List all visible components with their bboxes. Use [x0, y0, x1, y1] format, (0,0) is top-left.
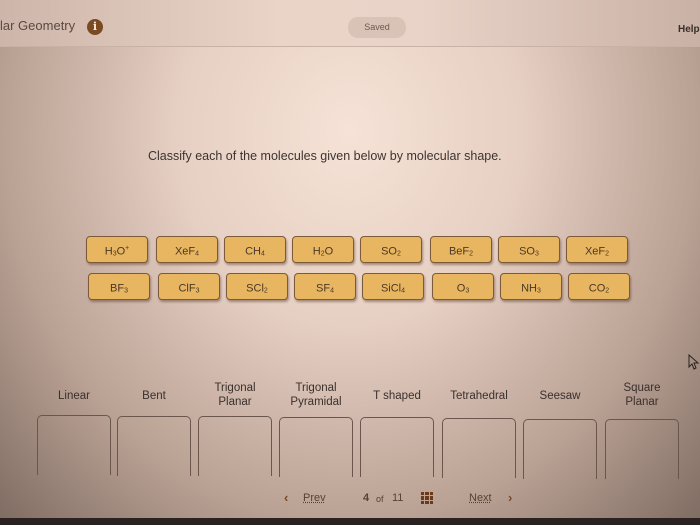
drop-zone[interactable] [117, 416, 191, 476]
molecule-tile[interactable]: H3O+ [86, 236, 148, 263]
formula-part: 2 [605, 287, 610, 295]
formula-part: 4 [330, 287, 334, 295]
formula-part: XeF [174, 245, 196, 258]
formula-part: 3 [465, 287, 470, 295]
formula-part: O [324, 245, 334, 258]
drop-zone[interactable] [37, 415, 111, 475]
chevron-left-icon[interactable]: ‹ [284, 490, 288, 505]
bin-label: Bent [115, 389, 193, 403]
formula-part: 3 [195, 287, 200, 295]
bin-label: Linear [35, 389, 113, 403]
bin-label-line: T shaped [373, 390, 421, 402]
drop-zone[interactable] [360, 417, 434, 477]
bin-label-line: Bent [142, 390, 166, 402]
molecule-tile[interactable]: XeF4 [156, 236, 218, 263]
question-prompt: Classify each of the molecules given bel… [148, 149, 502, 163]
formula-part: XeF [584, 245, 606, 258]
bin-label: Square Planar [603, 381, 681, 409]
formula-part: 3 [535, 250, 539, 258]
bin-label-line: Linear [58, 390, 90, 402]
top-bar: lar Geometry i Saved Help [0, 0, 700, 47]
molecule-tile[interactable]: BF3 [88, 273, 150, 300]
bin-label: T shaped [358, 389, 436, 403]
bin-label-line: Planar [218, 396, 252, 408]
bin-label: Tetrahedral [440, 389, 518, 403]
bin-label-line: Square [623, 382, 661, 394]
molecule-tile[interactable]: BeF2 [430, 236, 492, 263]
current-page: 4 [363, 492, 370, 504]
mouse-cursor-icon [688, 354, 700, 370]
bin-label-line: Tetrahedral [450, 390, 508, 402]
molecule-tile[interactable]: ClF3 [158, 273, 220, 300]
formula-part: NH [521, 282, 537, 295]
molecule-tile[interactable]: H2O [292, 236, 354, 263]
formula-part: 2 [605, 250, 610, 258]
bin-label: Trigonal Pyramidal [277, 381, 355, 409]
formula-part: 4 [401, 287, 406, 295]
formula-part: 4 [260, 250, 265, 258]
molecule-tile[interactable]: NH3 [500, 273, 562, 300]
drop-zone[interactable] [198, 416, 272, 476]
bin-label: Seesaw [521, 389, 599, 403]
formula-part: CO [588, 282, 606, 295]
molecule-tile[interactable]: SO2 [360, 236, 422, 263]
drop-zone[interactable] [523, 419, 597, 479]
bin-label-line: Seesaw [539, 390, 581, 402]
formula-part: CH [245, 245, 261, 258]
formula-part: 2 [469, 250, 474, 258]
molecule-tile[interactable]: CO2 [568, 273, 630, 300]
formula-part: BF [110, 282, 125, 295]
formula-part: 2 [263, 287, 268, 295]
next-button[interactable]: Next [469, 492, 492, 504]
screen-bezel [0, 518, 700, 525]
formula-part: + [125, 245, 130, 252]
drop-zone[interactable] [279, 417, 353, 477]
saved-status-badge: Saved [348, 17, 406, 38]
formula-part: SiCl [380, 282, 402, 295]
molecule-tile[interactable]: XeF2 [566, 236, 628, 263]
molecule-tile[interactable]: O3 [432, 273, 494, 300]
formula-part: 3 [536, 287, 541, 295]
molecule-tile[interactable]: SCl2 [226, 273, 288, 300]
bin-label-line: Pyramidal [290, 396, 342, 408]
formula-part: 3 [124, 287, 128, 295]
formula-part: 4 [195, 250, 200, 258]
help-link[interactable]: Help [678, 24, 700, 35]
molecule-tile[interactable]: CH4 [224, 236, 286, 263]
molecule-tile[interactable]: SF4 [294, 273, 356, 300]
total-pages: 11 [392, 492, 404, 504]
formula-part: SO [519, 245, 535, 258]
drop-zone[interactable] [442, 418, 516, 478]
formula-part: SO [381, 245, 397, 258]
drop-zone[interactable] [605, 419, 679, 479]
bin-label: Trigonal Planar [196, 381, 274, 409]
formula-part: SF [316, 282, 331, 295]
page-of-label: of [376, 494, 384, 504]
chevron-right-icon[interactable]: › [508, 490, 512, 505]
formula-part: SCl [246, 282, 264, 295]
molecule-tile[interactable]: SO3 [498, 236, 560, 263]
grid-icon[interactable] [421, 492, 433, 504]
info-icon[interactable]: i [87, 19, 103, 35]
formula-part: H [104, 245, 113, 258]
bin-label-line: Trigonal [214, 382, 256, 394]
formula-part: O [116, 245, 126, 258]
formula-part: H [312, 245, 321, 258]
molecule-tile[interactable]: SiCl4 [362, 273, 424, 300]
bin-label-line: Trigonal [295, 382, 337, 394]
formula-part: BeF [448, 245, 470, 258]
formula-part: ClF [178, 282, 196, 295]
bin-label-line: Planar [625, 396, 659, 408]
formula-part: 2 [397, 250, 401, 258]
prev-button[interactable]: Prev [303, 492, 326, 504]
assignment-title: lar Geometry [0, 18, 76, 33]
